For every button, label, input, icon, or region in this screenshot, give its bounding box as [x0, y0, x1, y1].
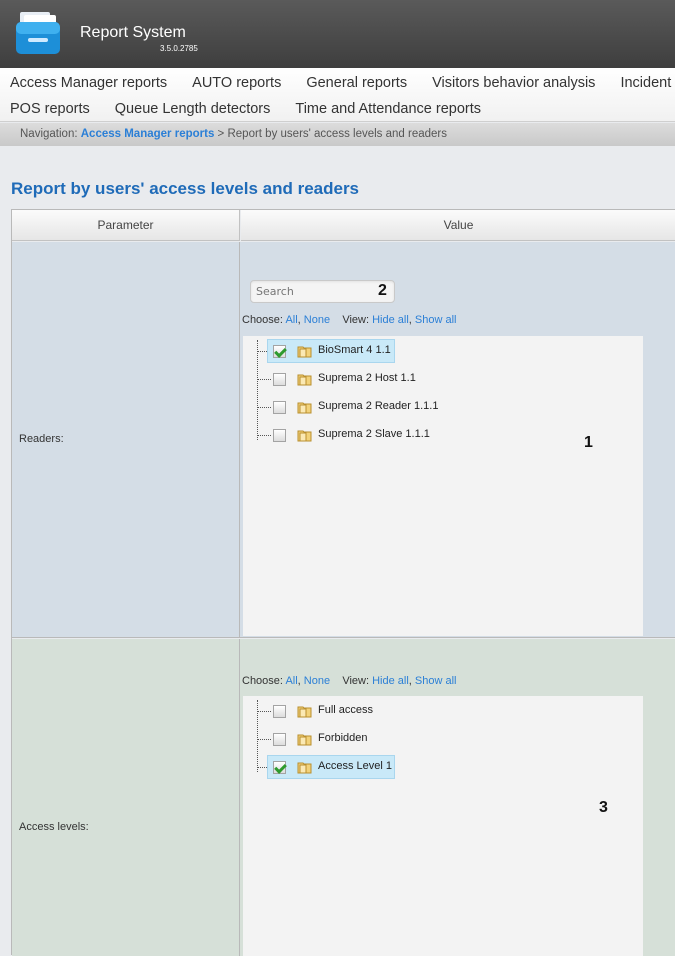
reader-label-biosmart: BioSmart 4 1.1	[318, 344, 391, 356]
level-item-full-access[interactable]: Full access	[243, 699, 643, 723]
menu-row-1: Access Manager reports AUTO reports Genera…	[0, 71, 675, 97]
folder-icon	[297, 374, 312, 386]
tree-branch	[257, 739, 271, 740]
menu-auto-reports[interactable]: AUTO reports	[192, 71, 281, 95]
readers-hide-all-link[interactable]: Hide all	[372, 314, 409, 326]
menu-incident[interactable]: Incident	[620, 71, 671, 95]
reader-item-suprema-slave[interactable]: Suprema 2 Slave 1.1.1	[243, 423, 643, 447]
access-levels-label: Access levels:	[19, 821, 89, 833]
readers-show-all-link[interactable]: Show all	[415, 314, 457, 326]
column-header-parameter: Parameter	[12, 210, 240, 241]
breadcrumb-link[interactable]: Access Manager reports	[81, 128, 215, 140]
reader-label-suprema-slave: Suprema 2 Slave 1.1.1	[318, 428, 430, 440]
app-version: 3.5.0.2785	[160, 44, 198, 53]
folder-icon	[297, 706, 312, 718]
level-checkbox-access-level-1[interactable]	[273, 761, 286, 774]
level-checkbox-full-access[interactable]	[273, 705, 286, 718]
levels-comma: ,	[297, 675, 301, 687]
app-header: Report System 3.5.0.2785	[0, 0, 675, 68]
readers-choose-none-link[interactable]: None	[304, 314, 330, 326]
parameters-table: Parameter Value Readers: 2 Choose: All, …	[11, 209, 675, 956]
level-item-forbidden[interactable]: Forbidden	[243, 727, 643, 751]
level-item-access-level-1[interactable]: Access Level 1	[243, 755, 643, 779]
reader-item-suprema-reader[interactable]: Suprema 2 Reader 1.1.1	[243, 395, 643, 419]
readers-row: Readers: 2 Choose: All, None View: Hide …	[12, 242, 675, 638]
readers-choose-label: Choose:	[242, 314, 283, 326]
levels-choose-all-link[interactable]: All	[285, 675, 297, 687]
readers-comma-2: ,	[408, 314, 412, 326]
menu-queue-length-detectors[interactable]: Queue Length detectors	[115, 97, 271, 121]
folder-icon	[297, 402, 312, 414]
level-label-access-level-1: Access Level 1	[318, 760, 392, 772]
folder-icon	[297, 430, 312, 442]
readers-comma: ,	[297, 314, 301, 326]
level-checkbox-forbidden[interactable]	[273, 733, 286, 746]
breadcrumb-current: Report by users' access levels and reade…	[227, 128, 447, 140]
folder-icon	[297, 346, 312, 358]
reader-item-biosmart[interactable]: BioSmart 4 1.1	[243, 339, 643, 363]
readers-tree: BioSmart 4 1.1 Suprema 2 Host 1.1 Suprem…	[243, 336, 643, 636]
reader-checkbox-biosmart[interactable]	[273, 345, 286, 358]
tree-branch	[257, 407, 271, 408]
access-levels-label-cell: Access levels:	[12, 639, 240, 956]
readers-label: Readers:	[19, 433, 64, 445]
callout-1: 1	[584, 434, 593, 451]
reader-checkbox-suprema-reader[interactable]	[273, 401, 286, 414]
page-title: Report by users' access levels and reade…	[11, 179, 360, 198]
level-label-forbidden: Forbidden	[318, 732, 368, 744]
access-levels-row: Access levels: Choose: All, None View: H…	[12, 639, 675, 956]
levels-comma-2: ,	[408, 675, 412, 687]
levels-choose-none-link[interactable]: None	[304, 675, 330, 687]
callout-2: 2	[378, 282, 387, 299]
levels-hide-all-link[interactable]: Hide all	[372, 675, 409, 687]
readers-search-input[interactable]	[250, 280, 395, 303]
main-menu: Access Manager reports AUTO reports Genera…	[0, 68, 675, 122]
app-title: Report System	[80, 24, 186, 41]
readers-choose-all-link[interactable]: All	[285, 314, 297, 326]
menu-pos-reports[interactable]: POS reports	[10, 97, 90, 121]
menu-row-2: POS reports Queue Length detectors Time an…	[0, 97, 496, 123]
reader-checkbox-suprema-host[interactable]	[273, 373, 286, 386]
levels-view-label: View:	[342, 675, 370, 687]
column-header-value: Value	[241, 210, 675, 241]
tree-branch	[257, 379, 271, 380]
breadcrumb: Navigation: Access Manager reports > Rep…	[0, 123, 675, 146]
level-label-full-access: Full access	[318, 704, 374, 716]
reader-label-suprema-reader: Suprema 2 Reader 1.1.1	[318, 400, 439, 412]
menu-visitors-behavior-analysis[interactable]: Visitors behavior analysis	[432, 71, 595, 95]
folder-icon	[297, 762, 312, 774]
callout-3: 3	[599, 799, 608, 816]
breadcrumb-prefix: Navigation:	[20, 128, 78, 140]
reader-checkbox-suprema-slave[interactable]	[273, 429, 286, 442]
levels-choose-bar: Choose: All, None View: Hide all, Show a…	[242, 675, 456, 687]
folder-icon	[297, 734, 312, 746]
levels-show-all-link[interactable]: Show all	[415, 675, 457, 687]
levels-choose-label: Choose:	[242, 675, 283, 687]
readers-choose-bar: Choose: All, None View: Hide all, Show a…	[242, 314, 456, 326]
report-system-logo-icon	[16, 12, 60, 54]
menu-time-attendance-reports[interactable]: Time and Attendance reports	[295, 97, 481, 121]
reader-item-suprema-host[interactable]: Suprema 2 Host 1.1	[243, 367, 643, 391]
menu-access-manager-reports[interactable]: Access Manager reports	[10, 71, 167, 95]
access-levels-tree: Full access Forbidden Access Level 1 3	[243, 696, 643, 956]
breadcrumb-separator: >	[217, 128, 225, 140]
readers-view-label: View:	[342, 314, 370, 326]
readers-label-cell: Readers:	[12, 242, 240, 637]
reader-label-suprema-host: Suprema 2 Host 1.1	[318, 372, 416, 384]
menu-general-reports[interactable]: General reports	[306, 71, 407, 95]
tree-branch	[257, 435, 271, 436]
tree-branch	[257, 711, 271, 712]
